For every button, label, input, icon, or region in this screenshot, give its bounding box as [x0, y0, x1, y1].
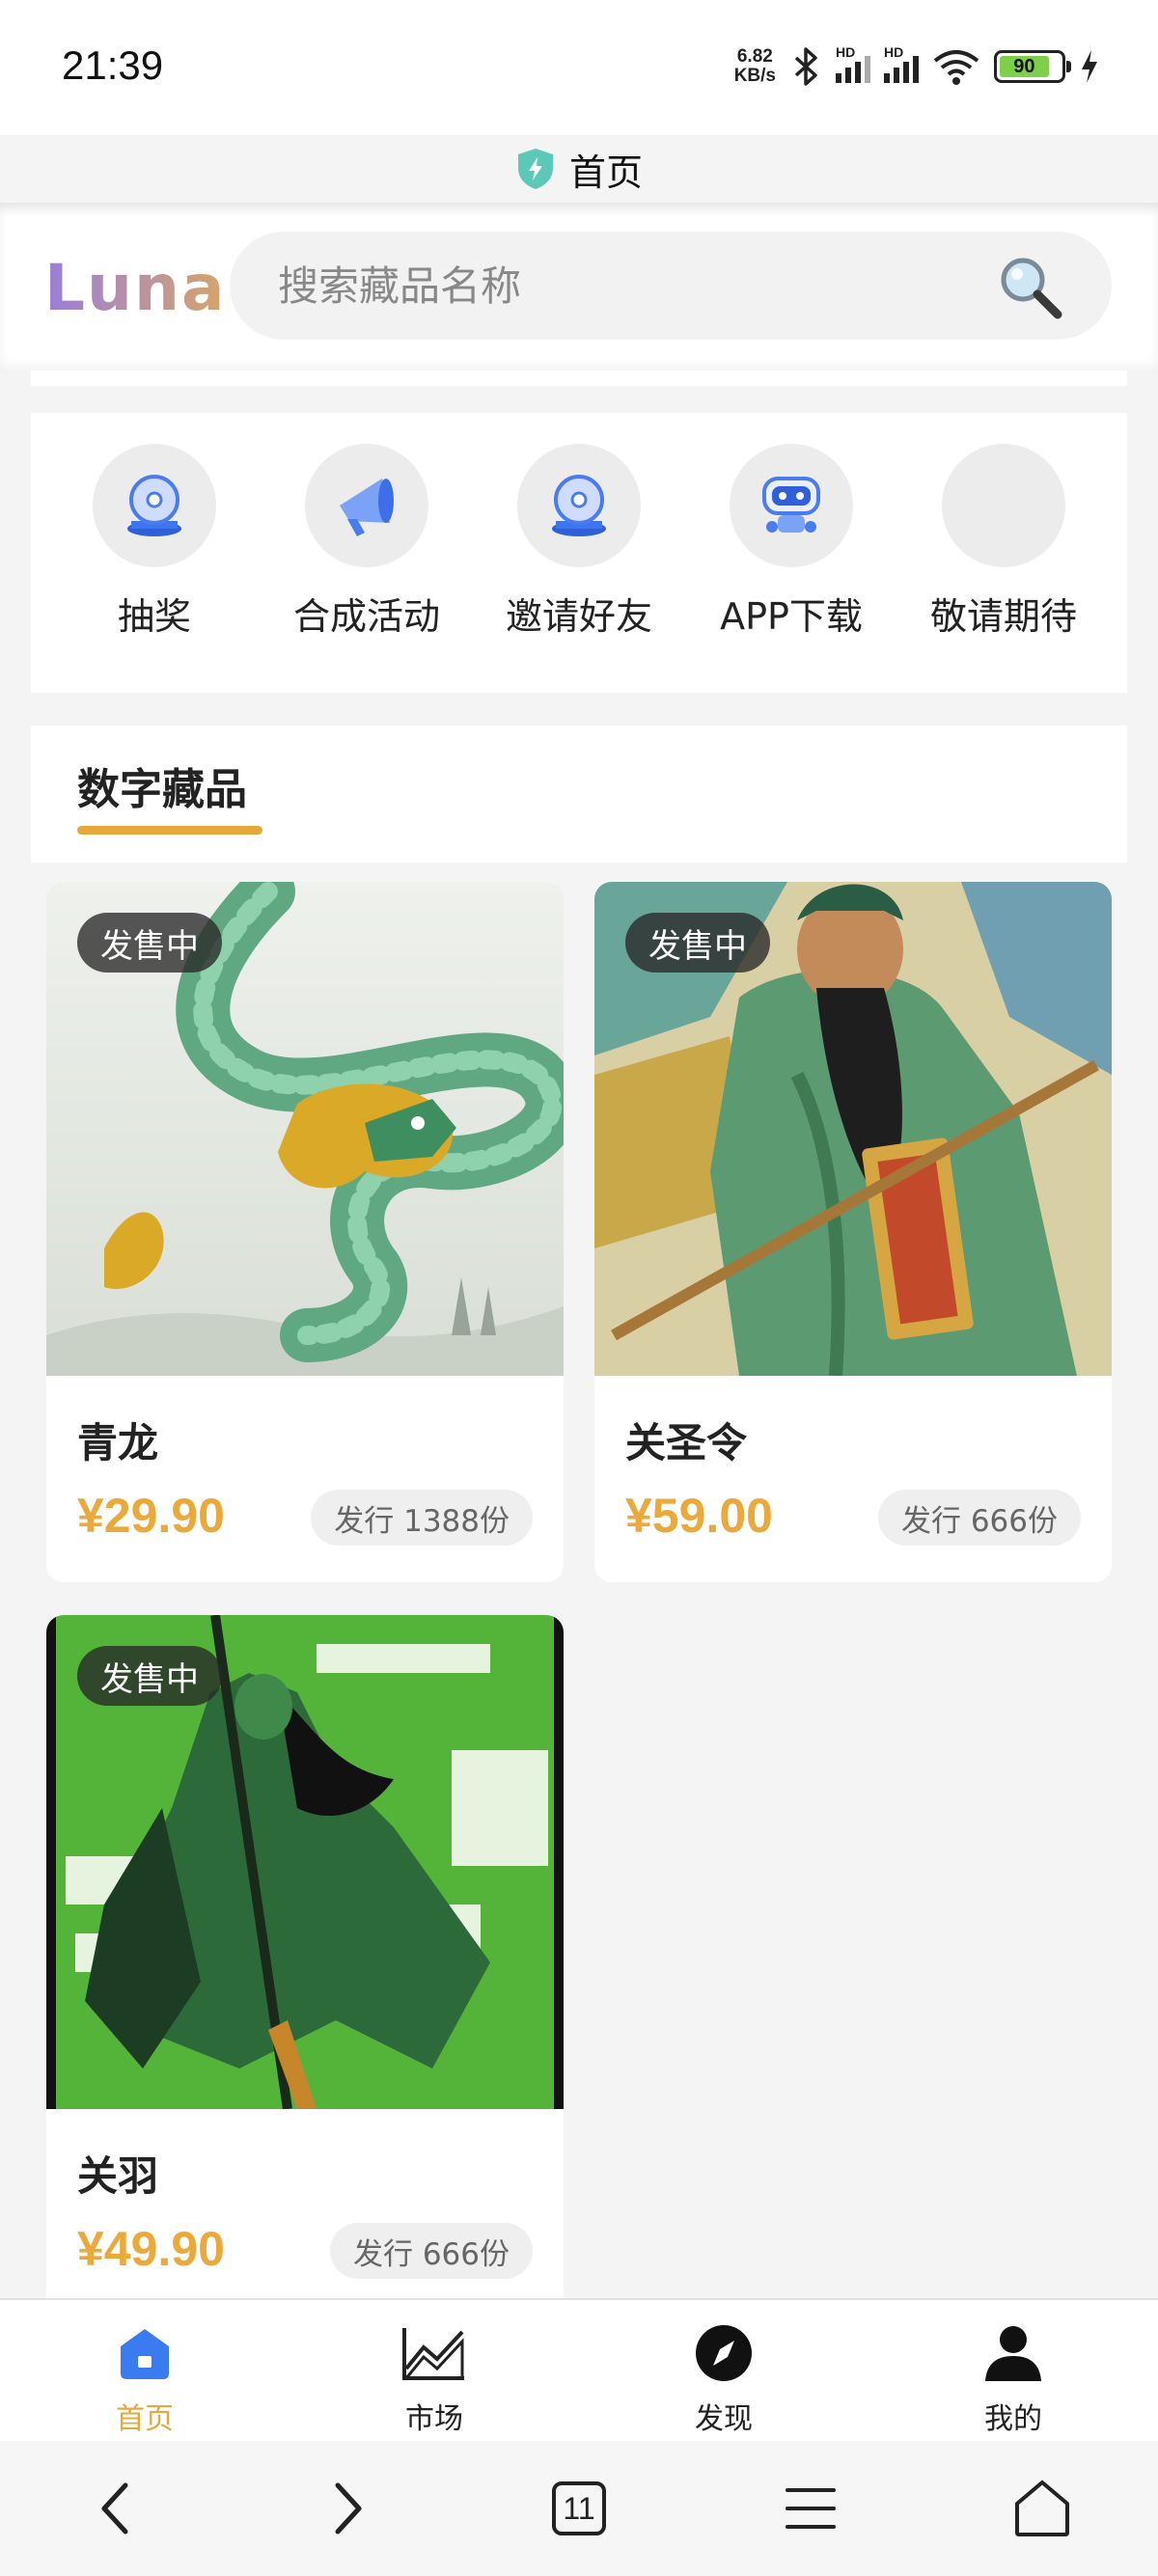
- collectible-card[interactable]: 发售中 关羽 ¥49.90 发行 666份: [46, 1615, 564, 2298]
- forward-button[interactable]: [290, 2460, 405, 2557]
- charging-icon: [1082, 50, 1097, 83]
- back-button[interactable]: [58, 2460, 174, 2557]
- invite-disc-icon: [552, 475, 606, 536]
- collectible-name: 关圣令: [625, 1419, 748, 1466]
- page-title: 首页: [568, 151, 643, 194]
- battery-level: 90: [1000, 56, 1049, 77]
- section-header: 数字藏品: [31, 726, 1127, 863]
- shield-icon: [517, 149, 553, 189]
- lottery-disc-icon: [127, 475, 181, 536]
- app-logo: Luna: [44, 251, 227, 325]
- network-speed: 6.82 KB/s: [734, 47, 776, 86]
- quick-menu-label: 敬请期待: [929, 595, 1077, 638]
- quick-menu-app-download[interactable]: APP下载: [695, 444, 888, 693]
- collectible-image[interactable]: 发售中: [594, 882, 1112, 1376]
- quick-menu-invite[interactable]: 邀请好友: [482, 444, 676, 693]
- collectible-price: ¥29.90: [77, 1489, 225, 1543]
- collectible-card[interactable]: 发售中 关圣令 ¥59.00 发行 666份: [594, 882, 1112, 1582]
- home-button[interactable]: [984, 2460, 1100, 2557]
- robot-icon: [762, 477, 820, 533]
- app-header: Luna: [0, 203, 1158, 372]
- status-icons: 6.82 KB/s HD HD 90: [734, 42, 1100, 91]
- tab-profile[interactable]: 我的: [868, 2300, 1158, 2441]
- network-speed-value: 6.82: [736, 46, 773, 67]
- quick-menu-label: 抽奖: [117, 595, 191, 638]
- sale-status-badge: 发售中: [625, 913, 770, 973]
- browser-nav-bar: 11: [0, 2441, 1158, 2576]
- menu-button[interactable]: [753, 2460, 868, 2557]
- search-bar[interactable]: [230, 232, 1112, 340]
- compass-icon: [690, 2319, 758, 2387]
- search-icon[interactable]: [996, 253, 1065, 322]
- tab-label: 我的: [984, 2402, 1042, 2436]
- tab-label: 发现: [695, 2402, 753, 2436]
- chevron-right-icon: [335, 2482, 362, 2535]
- home-icon: [111, 2319, 179, 2387]
- quick-menu: 抽奖 合成活动 邀请好友 APP下载 敬请期待: [31, 413, 1127, 693]
- wifi-icon: [933, 50, 979, 85]
- user-icon: [979, 2319, 1047, 2387]
- tabs-icon: 11: [552, 2481, 606, 2535]
- collectible-card[interactable]: 发售中 青龙 ¥29.90 发行 1388份: [46, 882, 564, 1582]
- collectible-issue-count: 发行 666份: [329, 2223, 533, 2279]
- sim2-hd-label: HD: [884, 44, 904, 60]
- status-time: 21:39: [62, 42, 164, 88]
- chart-icon: [400, 2319, 468, 2387]
- chevron-left-icon: [101, 2482, 128, 2535]
- browser-title-bar: 首页: [0, 135, 1158, 203]
- quick-menu-lottery[interactable]: 抽奖: [58, 444, 251, 693]
- quick-menu-synthesis[interactable]: 合成活动: [270, 444, 463, 693]
- battery-icon: 90: [994, 50, 1071, 83]
- tab-label: 首页: [116, 2402, 174, 2436]
- tab-label: 市场: [405, 2402, 463, 2436]
- signal-sim2-icon: HD: [884, 44, 919, 83]
- section-title: 数字藏品: [77, 765, 247, 814]
- collectible-image[interactable]: 发售中: [46, 1615, 564, 2109]
- status-bar: 21:39 6.82 KB/s HD HD 90: [0, 0, 1158, 135]
- collectible-price: ¥59.00: [625, 1489, 773, 1543]
- home-outline-icon: [1015, 2480, 1069, 2536]
- megaphone-icon: [340, 479, 394, 536]
- search-input[interactable]: [278, 261, 992, 310]
- header-shadow: [0, 203, 1158, 216]
- collectible-name: 青龙: [77, 1419, 159, 1466]
- signal-sim1-icon: HD: [836, 44, 870, 83]
- quick-menu-label: 合成活动: [292, 595, 440, 638]
- tab-discover[interactable]: 发现: [579, 2300, 868, 2441]
- sale-status-badge: 发售中: [77, 1646, 222, 1706]
- collectible-name: 关羽: [77, 2152, 159, 2200]
- collectible-image[interactable]: 发售中: [46, 882, 564, 1376]
- quick-menu-label: APP下载: [720, 595, 863, 638]
- tabs-count: 11: [563, 2490, 595, 2526]
- network-speed-unit: KB/s: [733, 66, 776, 86]
- sale-status-badge: 发售中: [77, 913, 222, 973]
- collectible-price: ¥49.90: [77, 2222, 225, 2276]
- banner-strip: [31, 370, 1127, 386]
- bluetooth-icon: [794, 47, 817, 86]
- placeholder-icon: [942, 444, 1065, 567]
- menu-icon: [786, 2488, 836, 2529]
- sim1-hd-label: HD: [836, 44, 856, 60]
- collectible-issue-count: 发行 666份: [877, 1490, 1081, 1546]
- section-underline: [77, 826, 262, 835]
- tab-home[interactable]: 首页: [0, 2300, 290, 2441]
- quick-menu-coming-soon[interactable]: 敬请期待: [907, 444, 1100, 693]
- tabs-button[interactable]: 11: [521, 2460, 637, 2557]
- quick-menu-label: 邀请好友: [505, 595, 652, 638]
- bottom-tab-bar: 首页 市场 发现 我的: [0, 2298, 1158, 2441]
- collectible-issue-count: 发行 1388份: [311, 1490, 533, 1546]
- tab-market[interactable]: 市场: [290, 2300, 579, 2441]
